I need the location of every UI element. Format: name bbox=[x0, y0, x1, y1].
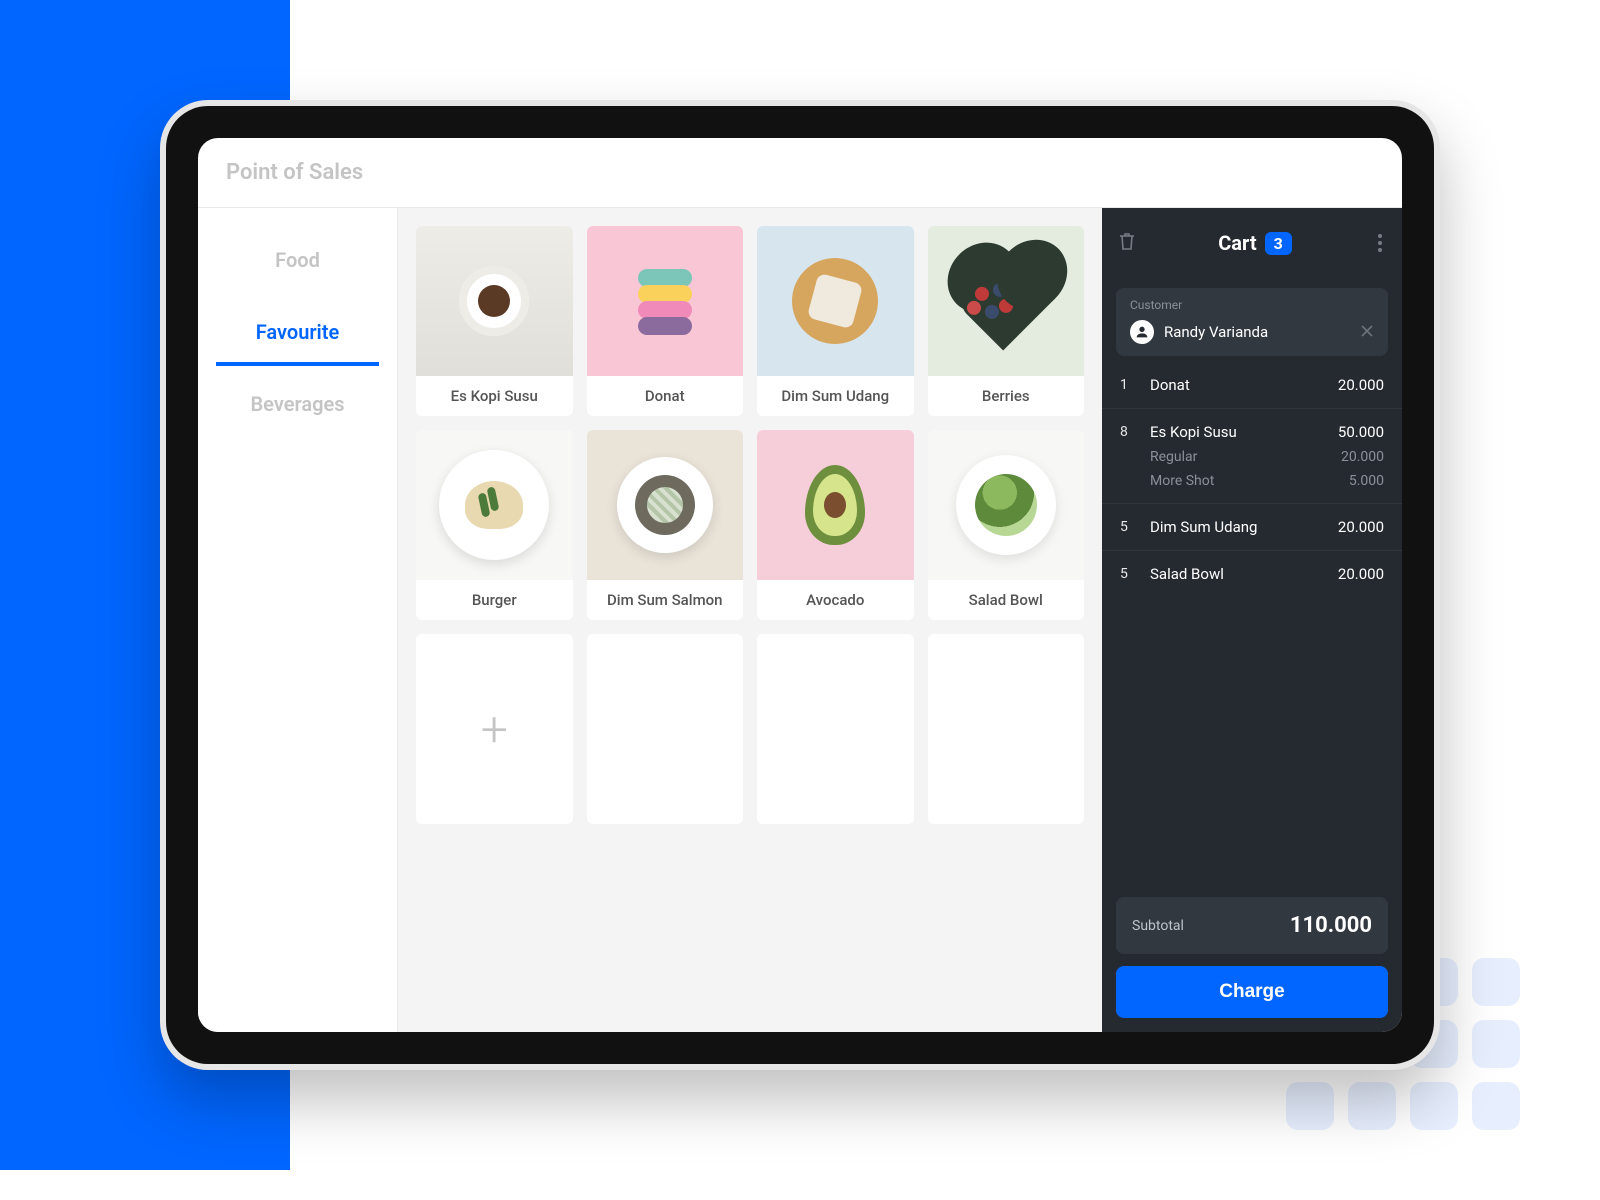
product-image bbox=[757, 226, 914, 376]
item-qty: 1 bbox=[1120, 377, 1136, 393]
product-image bbox=[416, 226, 573, 376]
berries-icon bbox=[956, 252, 1055, 351]
app-title: Point of Sales bbox=[226, 160, 363, 185]
product-tile[interactable]: Dim Sum Salmon bbox=[587, 430, 744, 620]
close-icon bbox=[1360, 324, 1374, 338]
clear-cart-button[interactable] bbox=[1118, 231, 1136, 255]
product-image bbox=[928, 226, 1085, 376]
subtotal-label: Subtotal bbox=[1132, 918, 1290, 934]
item-modifier-price: 5.000 bbox=[1349, 473, 1384, 489]
product-label: Salad Bowl bbox=[928, 580, 1085, 620]
product-label: Es Kopi Susu bbox=[416, 376, 573, 416]
more-icon bbox=[1378, 234, 1382, 238]
category-beverages[interactable]: Beverages bbox=[216, 370, 379, 438]
customer-name: Randy Varianda bbox=[1164, 323, 1350, 341]
customer-label: Customer bbox=[1116, 288, 1388, 316]
item-price: 20.000 bbox=[1338, 565, 1384, 583]
item-name: Salad Bowl bbox=[1150, 565, 1324, 583]
cart-item[interactable]: 1 Donat 20.000 bbox=[1102, 362, 1402, 409]
product-tile[interactable]: Burger bbox=[416, 430, 573, 620]
main-area: Food Favourite Beverages Es Kopi Susu D bbox=[198, 208, 1402, 1032]
item-name: Dim Sum Udang bbox=[1150, 518, 1324, 536]
subtotal-row: Subtotal 110.000 bbox=[1116, 897, 1388, 954]
product-tile[interactable]: Berries bbox=[928, 226, 1085, 416]
product-label: Berries bbox=[928, 376, 1085, 416]
item-qty: 8 bbox=[1120, 424, 1136, 440]
cart-panel: Cart 3 Customer Randy V bbox=[1102, 208, 1402, 1032]
cart-count-badge: 3 bbox=[1265, 232, 1292, 255]
product-label: Dim Sum Udang bbox=[757, 376, 914, 416]
avocado-icon bbox=[805, 465, 865, 545]
product-label: Burger bbox=[416, 580, 573, 620]
item-name: Es Kopi Susu bbox=[1150, 423, 1324, 441]
user-icon bbox=[1134, 324, 1150, 340]
item-price: 20.000 bbox=[1338, 376, 1384, 394]
item-modifier: More Shot bbox=[1150, 473, 1349, 489]
product-image bbox=[587, 226, 744, 376]
category-sidebar: Food Favourite Beverages bbox=[198, 208, 398, 1032]
item-price: 20.000 bbox=[1338, 518, 1384, 536]
cart-item[interactable]: 5 Dim Sum Udang 20.000 bbox=[1102, 504, 1402, 551]
macaron-icon bbox=[638, 269, 692, 333]
customer-selector[interactable]: Customer Randy Varianda bbox=[1116, 288, 1388, 356]
coffee-cup-icon bbox=[459, 266, 529, 336]
dimsum-icon bbox=[792, 258, 878, 344]
charge-button[interactable]: Charge bbox=[1116, 966, 1388, 1018]
product-label: Donat bbox=[587, 376, 744, 416]
category-favourite[interactable]: Favourite bbox=[216, 298, 379, 366]
cart-item[interactable]: 8 Es Kopi Susu 50.000 Regular20.000 More… bbox=[1102, 409, 1402, 504]
burger-icon bbox=[439, 450, 549, 560]
item-qty: 5 bbox=[1120, 519, 1136, 535]
empty-tile bbox=[587, 634, 744, 824]
item-name: Donat bbox=[1150, 376, 1324, 394]
category-food[interactable]: Food bbox=[216, 226, 379, 294]
subtotal-value: 110.000 bbox=[1290, 913, 1372, 938]
cart-title: Cart bbox=[1218, 231, 1256, 255]
product-label: Avocado bbox=[757, 580, 914, 620]
plus-icon: + bbox=[481, 701, 508, 758]
app-screen: Point of Sales Food Favourite Beverages … bbox=[198, 138, 1402, 1032]
product-tile[interactable]: Es Kopi Susu bbox=[416, 226, 573, 416]
cart-items-list: 1 Donat 20.000 8 Es Kopi Susu 50.000 bbox=[1102, 356, 1402, 883]
empty-tile bbox=[928, 634, 1085, 824]
remove-customer-button[interactable] bbox=[1360, 322, 1374, 343]
product-label: Dim Sum Salmon bbox=[587, 580, 744, 620]
salad-icon bbox=[956, 455, 1056, 555]
cart-item[interactable]: 5 Salad Bowl 20.000 bbox=[1102, 551, 1402, 597]
cart-footer: Subtotal 110.000 Charge bbox=[1102, 883, 1402, 1032]
product-tile[interactable]: Salad Bowl bbox=[928, 430, 1085, 620]
product-image bbox=[757, 430, 914, 580]
product-image bbox=[416, 430, 573, 580]
product-tile[interactable]: Dim Sum Udang bbox=[757, 226, 914, 416]
add-product-tile[interactable]: + bbox=[416, 634, 573, 824]
trash-icon bbox=[1118, 231, 1136, 251]
item-price: 50.000 bbox=[1338, 423, 1384, 441]
empty-tile bbox=[757, 634, 914, 824]
product-grid: Es Kopi Susu Donat Dim Sum Udang bbox=[398, 208, 1102, 1032]
product-image bbox=[928, 430, 1085, 580]
avatar bbox=[1130, 320, 1154, 344]
product-image bbox=[587, 430, 744, 580]
item-qty: 5 bbox=[1120, 566, 1136, 582]
product-tile[interactable]: Donat bbox=[587, 226, 744, 416]
dimsum-salmon-icon bbox=[617, 457, 713, 553]
topbar: Point of Sales bbox=[198, 138, 1402, 208]
item-modifier: Regular bbox=[1150, 449, 1341, 465]
item-modifier-price: 20.000 bbox=[1341, 449, 1384, 465]
product-tile[interactable]: Avocado bbox=[757, 430, 914, 620]
cart-more-button[interactable] bbox=[1374, 230, 1386, 256]
cart-header: Cart 3 bbox=[1102, 208, 1402, 278]
tablet-frame: Point of Sales Food Favourite Beverages … bbox=[160, 100, 1440, 1070]
